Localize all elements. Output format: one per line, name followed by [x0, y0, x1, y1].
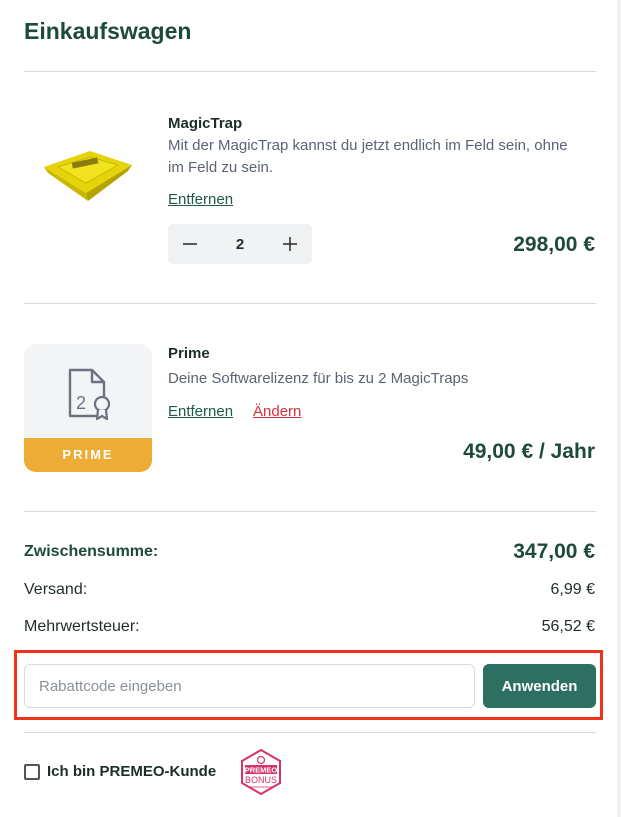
change-link[interactable]: Ändern: [253, 403, 301, 420]
page-title: Einkaufswagen: [24, 18, 192, 44]
item-description: Mit der MagicTrap kannst du jetzt endlic…: [168, 137, 568, 176]
premeo-bonus-logo: PREMEO BONUS: [241, 749, 281, 795]
premeo-checkbox-label[interactable]: Ich bin PREMEO-Kunde: [47, 763, 216, 780]
subtotal-value: 347,00 €: [513, 540, 595, 563]
item-price: 49,00 € / Jahr: [463, 440, 595, 463]
increase-quantity-button[interactable]: [280, 234, 300, 254]
quantity-stepper: 2: [168, 224, 312, 264]
apply-coupon-button[interactable]: Anwenden: [483, 664, 596, 708]
remove-link[interactable]: Entfernen: [168, 191, 233, 208]
prime-badge: PRIME: [24, 438, 152, 472]
minus-icon: [183, 243, 197, 245]
vat-value: 56,52 €: [541, 618, 595, 635]
divider: [24, 71, 596, 72]
vat-label: Mehrwertsteuer:: [24, 618, 140, 635]
subtotal-label: Zwischensumme:: [24, 543, 159, 560]
plus-icon: [283, 237, 297, 251]
magictrap-product-image: [44, 151, 132, 201]
shipping-label: Versand:: [24, 581, 88, 598]
premeo-customer-checkbox[interactable]: [24, 764, 40, 780]
prime-license-image: 2 PRIME: [24, 344, 152, 472]
svg-text:PREMEO: PREMEO: [245, 766, 278, 775]
quantity-value[interactable]: 2: [236, 236, 244, 253]
divider: [24, 303, 596, 304]
item-name: Prime: [168, 345, 210, 362]
item-description: Deine Softwarelizenz für bis zu 2 MagicT…: [168, 370, 469, 387]
shipping-value: 6,99 €: [550, 581, 595, 598]
remove-link[interactable]: Entfernen: [168, 403, 233, 420]
license-document-icon: 2: [68, 368, 111, 421]
license-count: 2: [76, 393, 86, 413]
item-name: MagicTrap: [168, 115, 243, 132]
divider: [24, 511, 596, 512]
svg-text:BONUS: BONUS: [245, 775, 277, 785]
coupon-code-input[interactable]: [24, 664, 475, 708]
divider: [24, 732, 596, 733]
item-price: 298,00 €: [513, 233, 595, 256]
decrease-quantity-button[interactable]: [180, 234, 200, 254]
scrollbar[interactable]: [617, 0, 621, 817]
